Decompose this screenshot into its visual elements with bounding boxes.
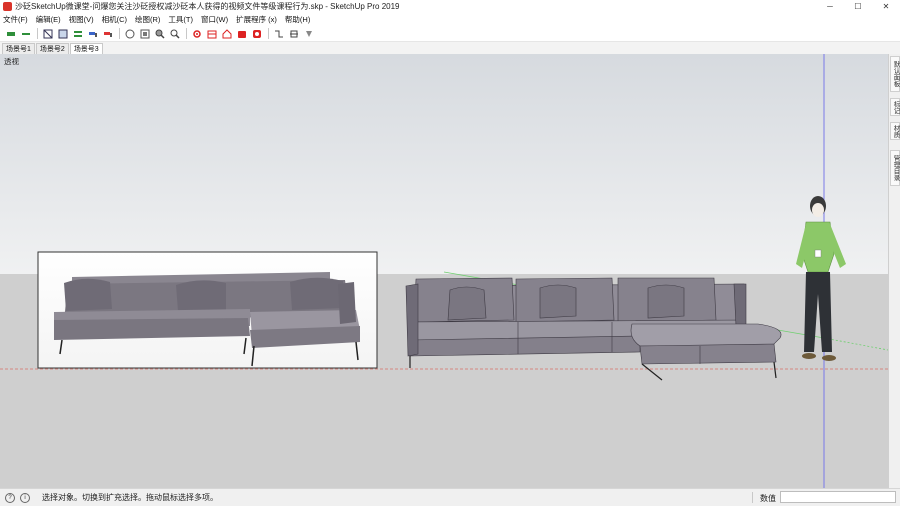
- extension-icon[interactable]: [236, 28, 248, 40]
- tray-tab-outliner[interactable]: 管理目录: [890, 150, 900, 186]
- toolbar-divider: [186, 28, 187, 39]
- settings-icon[interactable]: [191, 28, 203, 40]
- tray-tab-tags[interactable]: 标记: [890, 98, 900, 116]
- menu-draw[interactable]: 绘图(R): [135, 14, 160, 25]
- rectangle-icon[interactable]: [42, 28, 54, 40]
- menu-help[interactable]: 帮助(H): [285, 14, 310, 25]
- scene-tab-1[interactable]: 场景号1: [2, 43, 35, 54]
- menu-view[interactable]: 视图(V): [69, 14, 94, 25]
- window-title: 沙砭SketchUp微课堂-问爆您关注沙砭授权减沙砭本人获得的视频文件等级课程行…: [15, 2, 400, 11]
- orbit-icon[interactable]: [124, 28, 136, 40]
- menu-edit[interactable]: 编辑(E): [36, 14, 61, 25]
- menu-file[interactable]: 文件(F): [3, 14, 28, 25]
- maximize-button[interactable]: ☐: [844, 0, 872, 13]
- pan-icon[interactable]: [139, 28, 151, 40]
- line-icon[interactable]: [20, 28, 32, 40]
- window-controls: ─ ☐ ✕: [816, 0, 900, 13]
- default-tray: 默认面板 标记 材质 管理目录: [888, 54, 900, 488]
- layout-icon[interactable]: [251, 28, 263, 40]
- scene-tab-3[interactable]: 场景号3: [69, 43, 103, 54]
- toolbar-divider: [268, 28, 269, 39]
- scene-tabs-bar: 场景号1 场景号2 场景号3: [0, 42, 900, 54]
- menu-tools[interactable]: 工具(T): [168, 14, 193, 25]
- zoom-extents-icon[interactable]: [169, 28, 181, 40]
- menu-extensions[interactable]: 扩展程序 (x): [236, 14, 277, 25]
- measurements-input[interactable]: [780, 491, 896, 503]
- menu-window[interactable]: 窗口(W): [201, 14, 228, 25]
- move-icon[interactable]: [72, 28, 84, 40]
- measurements-label: 数值: [760, 494, 776, 503]
- scene-tab-2[interactable]: 场景号2: [35, 43, 69, 54]
- menu-camera[interactable]: 相机(C): [102, 14, 127, 25]
- sky: [0, 54, 888, 274]
- status-bar: ? i 选择对象。切换到扩充选择。拖动鼠标选择多项。 数值: [0, 488, 900, 506]
- section-display-icon[interactable]: [288, 28, 300, 40]
- toolbar-divider: [119, 28, 120, 39]
- drawing-viewport[interactable]: 透视: [0, 54, 888, 488]
- title-bar: 沙砭SketchUp微课堂-问爆您关注沙砭授权减沙砭本人获得的视频文件等级课程行…: [0, 0, 900, 13]
- help-icon[interactable]: ?: [5, 492, 15, 503]
- main-toolbar: [0, 26, 900, 42]
- select-icon[interactable]: [5, 28, 17, 40]
- tray-tab-materials[interactable]: 材质: [890, 122, 900, 140]
- paint-icon[interactable]: [87, 28, 99, 40]
- sketchup-logo-icon: [3, 2, 12, 11]
- close-button[interactable]: ✕: [872, 0, 900, 13]
- zoom-icon[interactable]: [154, 28, 166, 40]
- status-message: 选择对象。切换到扩充选择。拖动鼠标选择多项。: [42, 493, 218, 502]
- reference-image: [37, 251, 378, 369]
- push-pull-icon[interactable]: [57, 28, 69, 40]
- component-icon[interactable]: [206, 28, 218, 40]
- status-divider: [752, 492, 753, 503]
- viewport-canvas: [0, 54, 888, 488]
- toolbar-divider: [37, 28, 38, 39]
- perspective-label: 透视: [4, 57, 19, 66]
- warehouse-icon[interactable]: [221, 28, 233, 40]
- section-icon[interactable]: [273, 28, 285, 40]
- menu-bar: 文件(F) 编辑(E) 视图(V) 相机(C) 绘图(R) 工具(T) 窗口(W…: [0, 13, 900, 25]
- minimize-button[interactable]: ─: [816, 0, 844, 13]
- section-fill-icon[interactable]: [303, 28, 315, 40]
- info-icon[interactable]: i: [20, 492, 30, 503]
- eraser-icon[interactable]: [102, 28, 114, 40]
- tray-tab-default[interactable]: 默认面板: [890, 56, 900, 92]
